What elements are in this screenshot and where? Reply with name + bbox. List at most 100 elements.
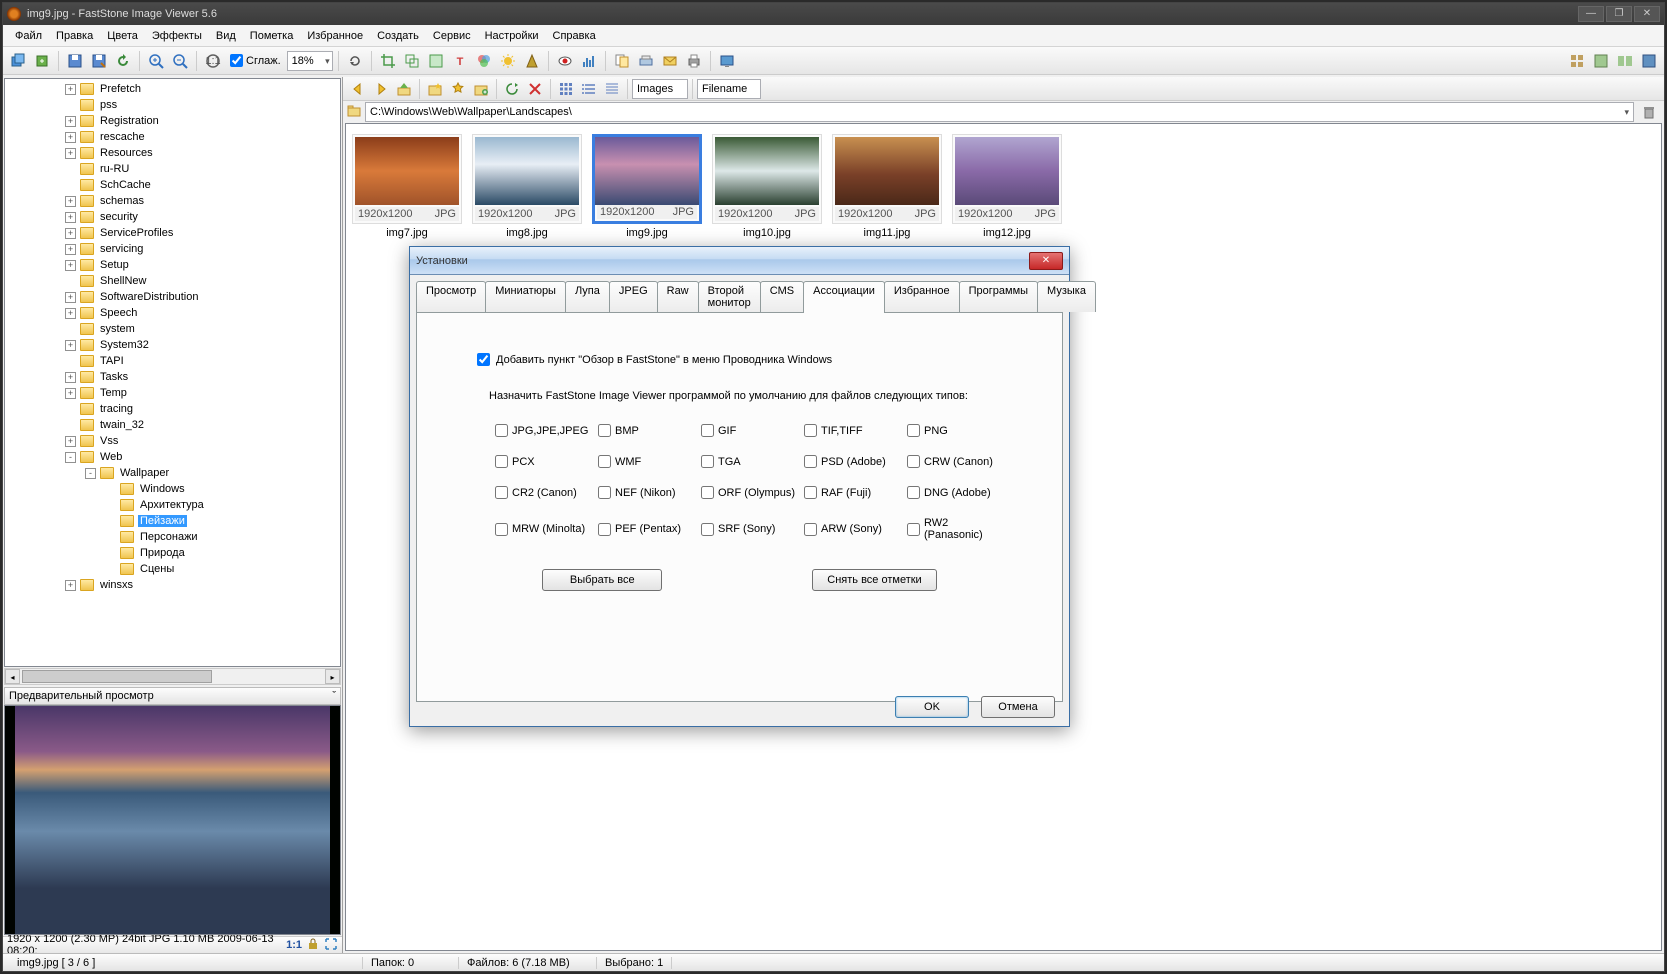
delete-icon[interactable] [524,78,546,100]
smoothing-checkbox[interactable]: Сглаж. [230,54,281,67]
tree-item[interactable]: SchCache [5,177,340,193]
tree-item[interactable]: +Temp [5,385,340,401]
tree-item[interactable]: Сцены [5,561,340,577]
ok-button[interactable]: OK [895,696,969,718]
tab-6[interactable]: CMS [760,281,804,312]
menu-вид[interactable]: Вид [210,28,242,44]
menu-сервис[interactable]: Сервис [427,28,477,44]
tree-item[interactable]: Природа [5,545,340,561]
select-all-button[interactable]: Выбрать все [542,569,662,591]
tab-1[interactable]: Миниатюры [485,281,566,312]
menu-эффекты[interactable]: Эффекты [146,28,208,44]
sort-combo[interactable]: Filename [697,79,761,99]
filter-combo[interactable]: Images [632,79,688,99]
filetype-checkbox[interactable]: SRF (Sony) [701,517,796,541]
tree-item[interactable]: +schemas [5,193,340,209]
tab-2[interactable]: Лупа [565,281,610,312]
tree-item[interactable]: ru-RU [5,161,340,177]
tree-item[interactable]: ShellNew [5,273,340,289]
scanner-icon[interactable] [635,50,657,72]
tree-item[interactable]: -Wallpaper [5,465,340,481]
tab-0[interactable]: Просмотр [416,281,486,312]
resize-icon[interactable] [401,50,423,72]
minimize-button[interactable]: — [1578,6,1604,22]
thumbnail-item[interactable]: 1920x1200JPGimg9.jpg [592,134,702,239]
view-grid-icon[interactable] [555,78,577,100]
add-explorer-menu-checkbox[interactable] [477,353,490,366]
nav-back-icon[interactable] [347,78,369,100]
dialog-titlebar[interactable]: Установки ✕ [410,247,1069,275]
tab-3[interactable]: JPEG [609,281,658,312]
view-fullscreen-icon[interactable] [1638,50,1660,72]
thumbnail-item[interactable]: 1920x1200JPGimg12.jpg [952,134,1062,239]
new-folder-icon[interactable] [470,78,492,100]
tree-item[interactable]: Архитектура [5,497,340,513]
view-thumbs-icon[interactable] [1566,50,1588,72]
filetype-checkbox[interactable]: DNG (Adobe) [907,486,1002,499]
filetype-checkbox[interactable]: TGA [701,455,796,468]
filetype-checkbox[interactable]: BMP [598,424,693,437]
menu-избранное[interactable]: Избранное [301,28,369,44]
trash-icon[interactable] [1638,101,1660,123]
tree-item[interactable]: +rescache [5,129,340,145]
lock-icon[interactable] [306,937,320,954]
favorite-add-icon[interactable] [424,78,446,100]
menu-создать[interactable]: Создать [371,28,425,44]
tree-item[interactable]: +Setup [5,257,340,273]
filetype-checkbox[interactable]: TIF,TIFF [804,424,899,437]
tree-item[interactable]: Персонажи [5,529,340,545]
dialog-close-button[interactable]: ✕ [1029,252,1063,270]
refresh-icon[interactable] [501,78,523,100]
histogram-icon[interactable] [578,50,600,72]
nav-up-icon[interactable] [393,78,415,100]
clone-icon[interactable] [611,50,633,72]
tree-item[interactable]: +SoftwareDistribution [5,289,340,305]
filetype-checkbox[interactable]: PEF (Pentax) [598,517,693,541]
rotate-icon[interactable] [344,50,366,72]
menu-правка[interactable]: Правка [50,28,99,44]
copy-to-icon[interactable] [7,50,29,72]
menu-файл[interactable]: Файл [9,28,48,44]
tree-item[interactable]: Windows [5,481,340,497]
tab-5[interactable]: Второй монитор [698,281,761,312]
nav-forward-icon[interactable] [370,78,392,100]
zoom-in-icon[interactable] [145,50,167,72]
filetype-checkbox[interactable]: GIF [701,424,796,437]
tab-7[interactable]: Ассоциации [803,281,885,313]
tree-item[interactable]: +System32 [5,337,340,353]
tab-10[interactable]: Музыка [1037,281,1096,312]
filetype-checkbox[interactable]: CR2 (Canon) [495,486,590,499]
thumbnail-item[interactable]: 1920x1200JPGimg8.jpg [472,134,582,239]
actual-size-icon[interactable]: 1:1 [202,50,224,72]
tree-item[interactable]: twain_32 [5,417,340,433]
move-to-icon[interactable] [31,50,53,72]
adjust-colors-icon[interactable] [473,50,495,72]
tree-item[interactable]: +Prefetch [5,81,340,97]
close-button[interactable]: ✕ [1634,6,1660,22]
tree-item[interactable]: TAPI [5,353,340,369]
print-icon[interactable] [683,50,705,72]
filetype-checkbox[interactable]: JPG,JPE,JPEG [495,424,590,437]
tab-4[interactable]: Raw [657,281,699,312]
thumbnail-item[interactable]: 1920x1200JPGimg7.jpg [352,134,462,239]
view-list-icon[interactable] [578,78,600,100]
tree-item[interactable]: +Registration [5,113,340,129]
preview-pane[interactable] [4,705,341,935]
save-as-icon[interactable] [88,50,110,72]
tree-item[interactable]: tracing [5,401,340,417]
filetype-checkbox[interactable]: PCX [495,455,590,468]
menu-пометка[interactable]: Пометка [244,28,300,44]
menu-настройки[interactable]: Настройки [479,28,545,44]
tree-item[interactable]: +security [5,209,340,225]
filetype-checkbox[interactable]: RW2 (Panasonic) [907,517,1002,541]
tree-item[interactable]: Пейзажи [5,513,340,529]
tree-item[interactable]: +ServiceProfiles [5,225,340,241]
menu-цвета[interactable]: Цвета [101,28,144,44]
fit-icon[interactable] [324,937,338,954]
ratio-icon[interactable]: 1:1 [286,939,302,951]
view-details-icon[interactable] [601,78,623,100]
menu-справка[interactable]: Справка [547,28,602,44]
save-icon[interactable] [64,50,86,72]
crop-icon[interactable] [377,50,399,72]
tree-item[interactable]: system [5,321,340,337]
